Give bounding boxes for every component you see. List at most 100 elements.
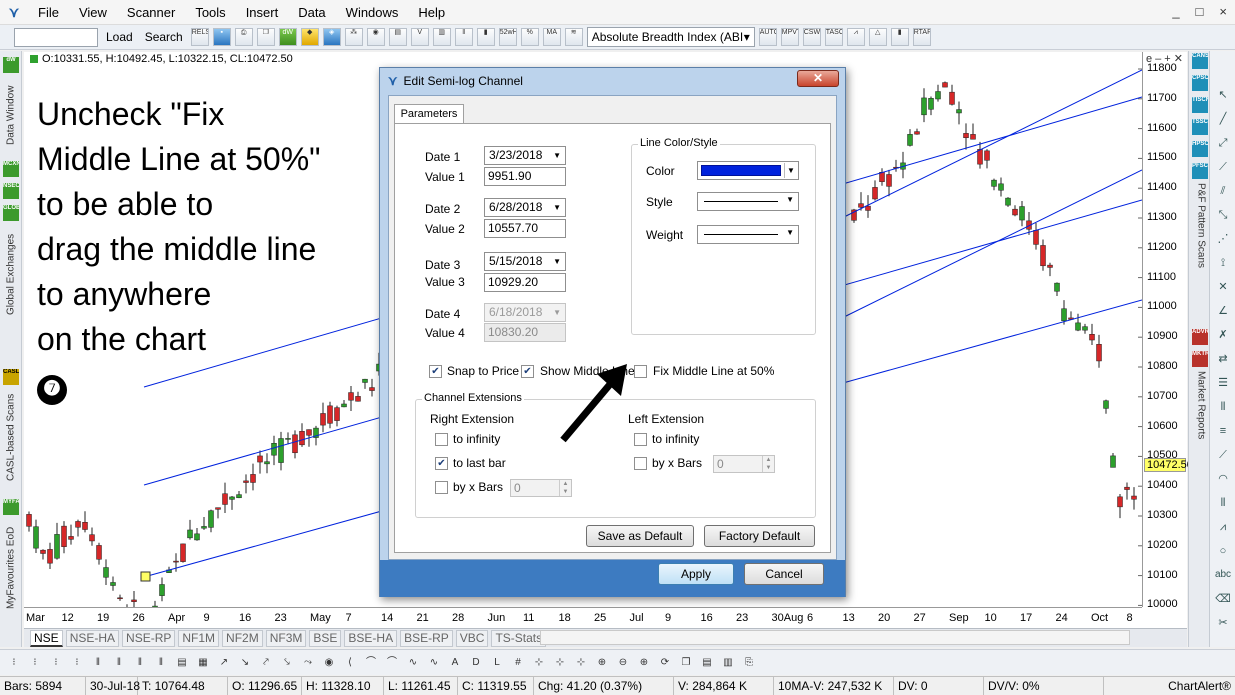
indicator-2-icon[interactable]: ⁝	[27, 655, 43, 671]
tab-parameters[interactable]: Parameters	[394, 104, 464, 124]
wave-2-icon[interactable]: ⌒	[384, 655, 400, 671]
tab-bse-ha[interactable]: BSE-HA	[344, 629, 398, 647]
sl-line-icon[interactable]: ⟋	[1214, 159, 1232, 175]
close-window-button[interactable]: ×	[1219, 4, 1227, 19]
advance-report-icon[interactable]: ADVREP	[1192, 329, 1208, 345]
pitchfork-icon[interactable]: ⩘	[1214, 519, 1232, 535]
line-weight-select[interactable]: ▼	[697, 225, 799, 244]
gann-icon[interactable]: ✕	[1214, 279, 1232, 295]
indicator-3-icon[interactable]: ⁝	[48, 655, 64, 671]
data-window-icon[interactable]: dW	[278, 28, 297, 46]
tab-nse-rp[interactable]: NSE-RP	[122, 629, 176, 647]
diamond-icon[interactable]: ◆	[300, 28, 319, 46]
zoom-reset-icon[interactable]: ⊕	[636, 655, 652, 671]
trend-5-icon[interactable]: ⤳	[300, 655, 316, 671]
fib-fan-icon[interactable]: ⟋	[1214, 447, 1232, 463]
bars-tool-4-icon[interactable]: ǁ	[153, 655, 169, 671]
nse-cd-icon[interactable]: NSECD	[3, 183, 19, 199]
arc-tool-icon[interactable]: ⟨	[342, 655, 358, 671]
delete-icon[interactable]: ✂	[1214, 615, 1232, 631]
percent-icon[interactable]: %	[520, 28, 539, 46]
trend-3-icon[interactable]: ⤤	[258, 655, 274, 671]
dialog-close-button[interactable]: ✕	[797, 70, 839, 87]
segment-icon[interactable]: ⤡	[1214, 207, 1232, 223]
arc-icon[interactable]: ◠	[1214, 471, 1232, 487]
indicator-1-icon[interactable]: ⁝	[6, 655, 22, 671]
hilo-icon[interactable]: 52wHILO	[498, 28, 517, 46]
grid-tool-icon[interactable]: ▦	[195, 655, 211, 671]
candle-icon[interactable]: ▮	[476, 28, 495, 46]
crosshair-2-icon[interactable]: ⊹	[552, 655, 568, 671]
tab-ts-stats[interactable]: TS-Stats	[491, 629, 547, 647]
mcx-icon[interactable]: MCXNCX	[3, 161, 19, 177]
fix-middle-line-checkbox[interactable]	[634, 365, 647, 378]
auto-fibo-icon[interactable]: AUTOFIBO	[758, 28, 777, 46]
snap-to-price-checkbox[interactable]: ✔	[429, 365, 442, 378]
bars-tool-2-icon[interactable]: ǁ	[111, 655, 127, 671]
menu-help[interactable]: Help	[408, 5, 455, 20]
search-button[interactable]: Search	[141, 30, 187, 44]
maximize-button[interactable]: □	[1196, 4, 1204, 19]
market-report-icon[interactable]: MKTREP	[1192, 351, 1208, 367]
print-icon[interactable]: ⎙	[234, 28, 253, 46]
menu-file[interactable]: File	[28, 5, 69, 20]
copy-chart-icon[interactable]: ❐	[678, 655, 694, 671]
casl-icon[interactable]: CASLSL	[3, 369, 19, 385]
report-icon[interactable]: ▥	[720, 655, 736, 671]
zigzag-icon[interactable]: ⩘	[846, 28, 865, 46]
data-window-tab-icon[interactable]: dW	[3, 57, 19, 73]
vlines-icon[interactable]: ⦀	[1214, 399, 1232, 415]
value-3-field[interactable]: 10929.20	[484, 273, 566, 292]
text-tool-icon[interactable]: abc	[1214, 567, 1232, 583]
eraser-icon[interactable]: ⌫	[1214, 591, 1232, 607]
text-abc-icon[interactable]: A	[447, 655, 463, 671]
cancel-button[interactable]: Cancel	[744, 563, 824, 585]
menu-insert[interactable]: Insert	[236, 5, 289, 20]
date-2-picker[interactable]: 6/28/2018 ▼	[484, 198, 566, 217]
menu-data[interactable]: Data	[288, 5, 335, 20]
ts-scan-icon[interactable]: TSSCN	[1192, 119, 1208, 135]
bars-icon[interactable]: ▥	[432, 28, 451, 46]
candle-scan-icon[interactable]: CSWTAIN	[802, 28, 821, 46]
tab-market-reports[interactable]: Market Reports	[1192, 371, 1210, 451]
save-icon[interactable]: ▪	[212, 28, 231, 46]
rainbow-icon[interactable]: ≋	[564, 28, 583, 46]
left-to-infinity-checkbox[interactable]	[634, 433, 647, 446]
zoom-in-icon[interactable]: ⊕	[594, 655, 610, 671]
indicator-select[interactable]: Absolute Breadth Index (ABI ▾	[586, 27, 755, 47]
menu-windows[interactable]: Windows	[336, 5, 409, 20]
arrows-icon[interactable]: ⇄	[1214, 351, 1232, 367]
my-favourites-icon[interactable]: MYFAV	[3, 499, 19, 515]
horizontal-scrollbar[interactable]	[540, 630, 1130, 645]
tab-nse[interactable]: NSE	[30, 629, 63, 647]
tab-casl-scans[interactable]: CASL-based Scans	[2, 389, 20, 481]
copy-icon[interactable]: ❐	[256, 28, 275, 46]
menu-view[interactable]: View	[69, 5, 117, 20]
pattern-icon[interactable]: △	[868, 28, 887, 46]
parallel-icon[interactable]: ⋰	[1214, 231, 1232, 247]
right-to-last-bar-checkbox[interactable]: ✔	[435, 457, 448, 470]
cross-line-icon[interactable]: ✗	[1214, 327, 1232, 343]
dialog-title-bar[interactable]: ⋎ Edit Semi-log Channel	[380, 68, 845, 94]
list-icon[interactable]: ▤	[174, 655, 190, 671]
line-style-select[interactable]: ▼	[697, 192, 799, 211]
pf-scan-icon[interactable]: PFSCN	[1192, 163, 1208, 179]
earth-icon[interactable]: ◉	[366, 28, 385, 46]
value-1-field[interactable]: 9951.90	[484, 167, 566, 186]
trend-4-icon[interactable]: ⤥	[279, 655, 295, 671]
tab-nf2m[interactable]: NF2M	[222, 629, 263, 647]
tab-global-exchanges[interactable]: Global Exchanges	[2, 225, 20, 315]
fan-icon[interactable]: ⟟	[1214, 255, 1232, 271]
bars-tool-3-icon[interactable]: ǁ	[132, 655, 148, 671]
menu-scanner[interactable]: Scanner	[117, 5, 185, 20]
scatter-icon[interactable]: ⁂	[344, 28, 363, 46]
ti-scan-icon[interactable]: TISCN	[1192, 97, 1208, 113]
wave-3-icon[interactable]: ∿	[405, 655, 421, 671]
trend-2-icon[interactable]: ↘	[237, 655, 253, 671]
trend-1-icon[interactable]: ↗	[216, 655, 232, 671]
candle-scan-tab-icon[interactable]: CANSCN	[1192, 53, 1208, 69]
value-2-field[interactable]: 10557.70	[484, 219, 566, 238]
symbol-search-input[interactable]	[14, 27, 98, 47]
ta-scan-icon[interactable]: TASCN	[824, 28, 843, 46]
export-icon[interactable]: ⎘	[741, 655, 757, 671]
